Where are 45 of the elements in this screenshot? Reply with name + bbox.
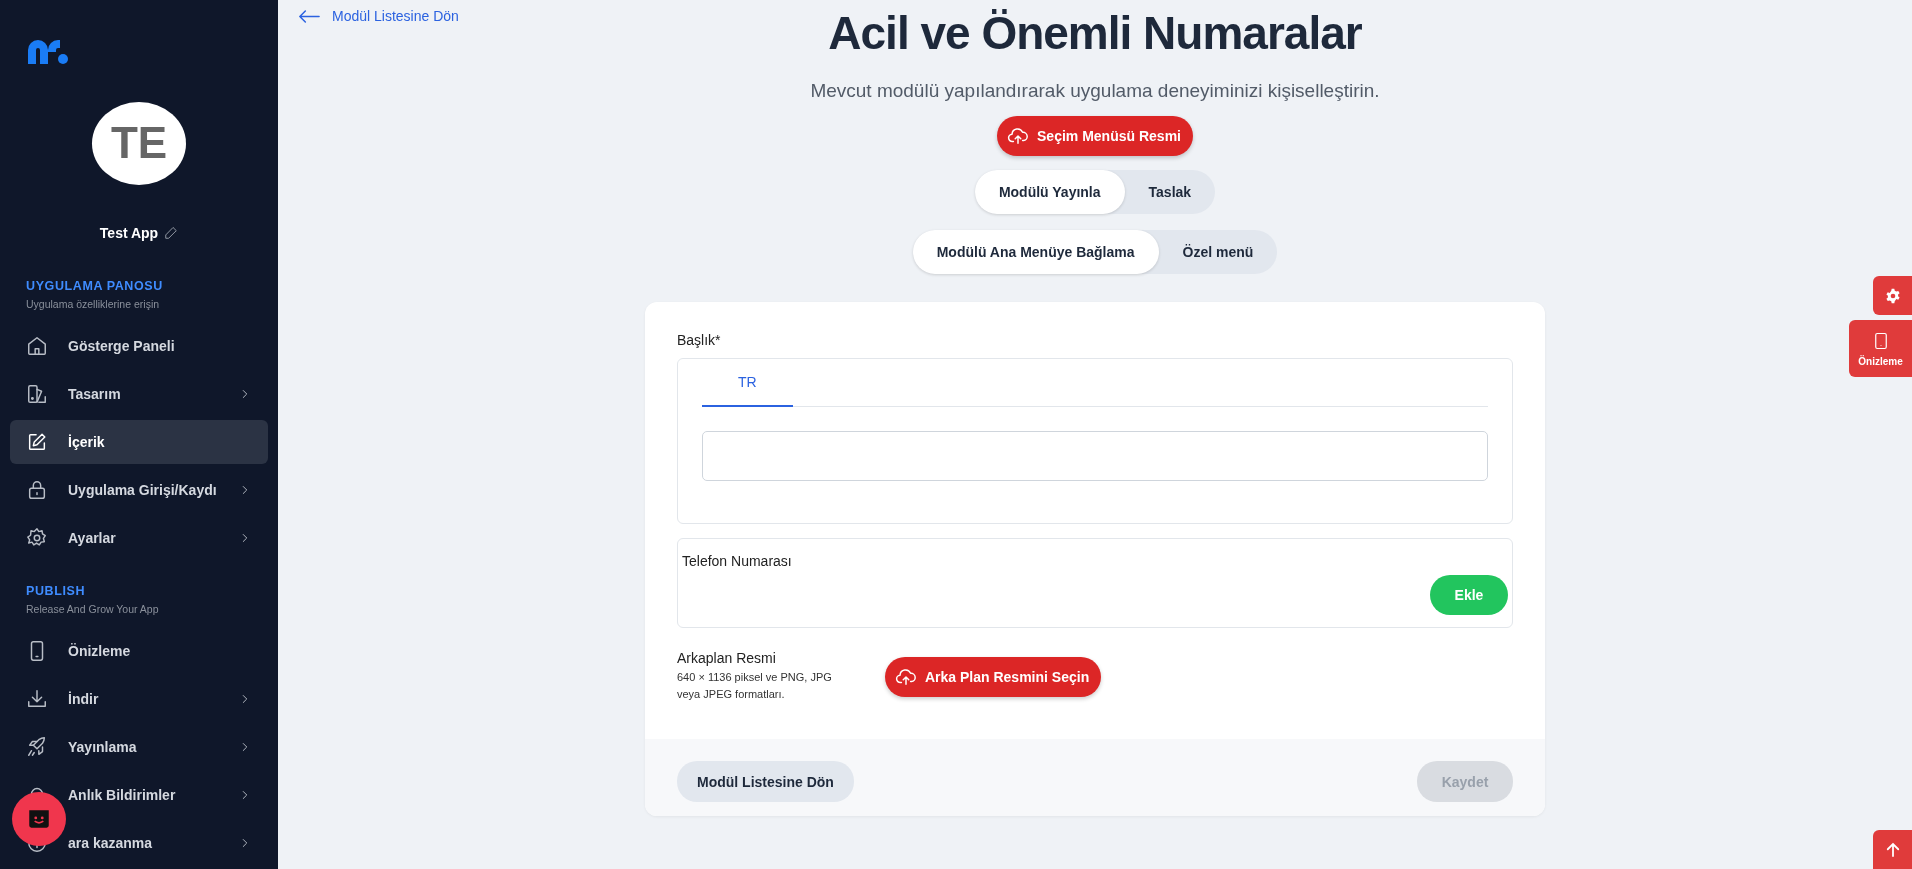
arrow-left-icon — [298, 9, 320, 23]
sidebar-item[interactable]: Tasarım — [10, 372, 268, 416]
download-icon — [26, 688, 48, 710]
field-hint: 640 × 1136 piksel ve PNG, JPG veya JPEG formatları. — [677, 670, 833, 702]
field-label: Arkaplan Resmi — [677, 650, 777, 666]
logo-icon — [26, 38, 70, 66]
pencil-icon — [164, 226, 179, 240]
scroll-top-button[interactable] — [1873, 830, 1912, 869]
segment-option[interactable]: Modülü Ana Menüye Bağlama — [912, 230, 1159, 274]
sidebar-item[interactable]: Yayınlama — [10, 725, 268, 769]
cloud-upload-icon — [1007, 125, 1030, 147]
settings-icon — [26, 527, 48, 549]
sidebar-item[interactable]: Uygulama Girişi/Kaydı — [10, 468, 268, 512]
app-name: Test App — [99, 225, 159, 241]
section-title: UYGULAMA PANOSU — [26, 279, 164, 293]
sidebar-item[interactable]: Ayarlar — [10, 516, 268, 560]
avatar: TE — [92, 101, 186, 185]
sidebar-item[interactable]: Gösterge Paneli — [10, 324, 268, 368]
sidebar-item[interactable]: İçerik — [10, 420, 268, 464]
edit-icon — [26, 431, 48, 453]
field-label: Telefon Numarası — [682, 553, 793, 569]
palette-icon — [26, 383, 48, 405]
segment-option[interactable]: Özel menü — [1158, 230, 1278, 274]
sidebar-item[interactable]: İndir — [10, 677, 268, 721]
section-title: PUBLISH — [26, 584, 87, 598]
section-subtitle: Uygulama özelliklerine erişin — [26, 298, 161, 310]
page-subtitle: Mevcut modülü yapılandırarak uygulama deneyiminizi kişiselleştirin. — [810, 80, 1380, 102]
rocket-icon — [26, 736, 48, 758]
upload-button[interactable]: Seçim Menüsü Resmi — [997, 116, 1193, 156]
preview-button[interactable]: Önizleme — [1849, 320, 1912, 377]
gear-icon — [1884, 287, 1901, 304]
home-icon — [26, 335, 48, 357]
back-button[interactable]: Modül Listesine Dön — [677, 761, 854, 802]
settings-button[interactable] — [1873, 276, 1912, 315]
upload-button[interactable]: Arka Plan Resmini Seçin — [885, 656, 1102, 697]
section-subtitle: Release And Grow Your App — [26, 603, 160, 615]
segment-option[interactable]: Taslak — [1124, 170, 1216, 214]
segment-option[interactable]: Modülü Yayınla — [974, 170, 1125, 214]
title-input[interactable] — [702, 431, 1488, 481]
back-link[interactable]: Modül Listesine Dön — [298, 8, 459, 24]
page-title: Acil ve Önemli Numaralar — [828, 6, 1362, 60]
field-label: Başlık* — [677, 332, 722, 348]
language-tab[interactable]: TR — [702, 359, 793, 407]
sidebar-item[interactable]: Önizleme — [10, 629, 268, 673]
lock-icon — [26, 479, 48, 501]
